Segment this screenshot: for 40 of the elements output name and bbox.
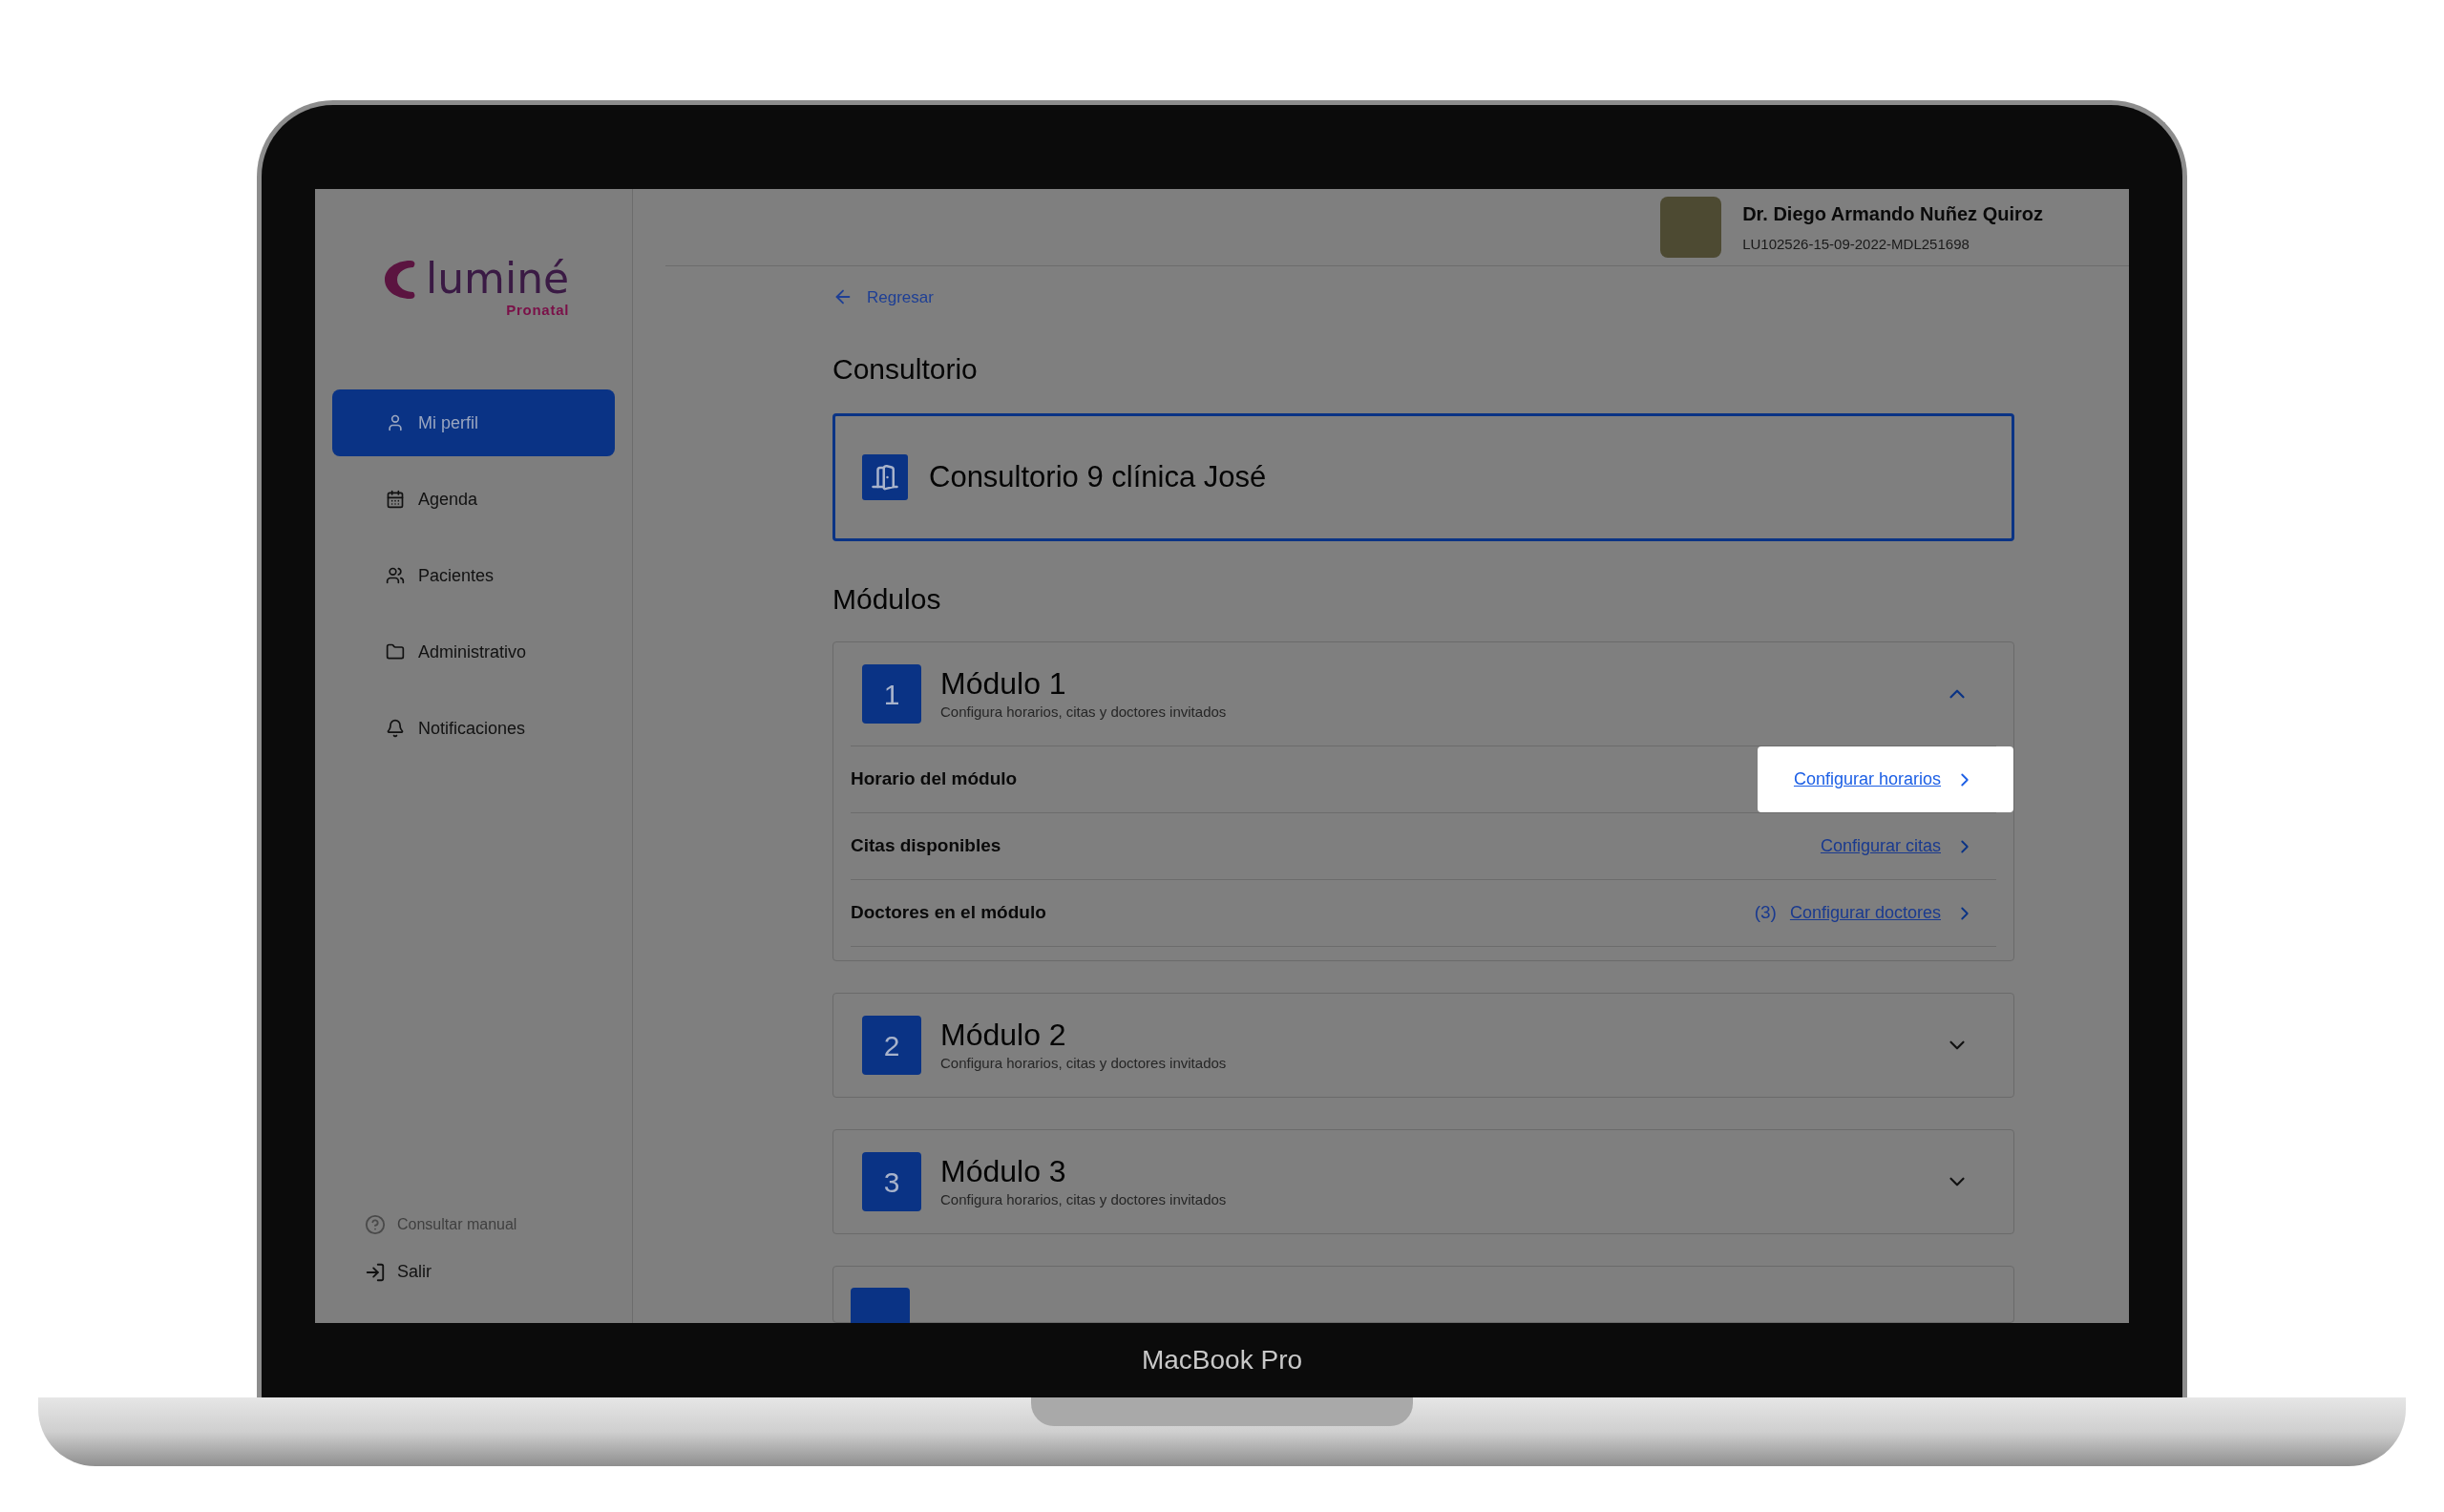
module-title: Módulo 2 [940,1016,1067,1053]
configure-link[interactable]: Configurar horarios [1793,766,1941,792]
configure-link[interactable]: Configurar citas [1820,833,1941,859]
office-name: Consultorio 9 clínica José [929,458,1267,495]
configure-link[interactable]: Configurar doctores [1789,900,1941,926]
module-title: Módulo 3 [940,1152,1067,1189]
door-icon [862,454,908,500]
logo-tagline: Pronatal [506,301,570,320]
row-label: Horario del módulo [851,767,1018,791]
module-title: Módulo 1 [940,664,1067,702]
module-subtitle: Configura horarios, citas y doctores invitados [940,702,1227,722]
exit-icon [365,1261,386,1283]
modules-title: Módulos [832,582,942,617]
module-number: 1 [862,664,921,724]
doctor-count: (3) [1754,901,1777,925]
nav-item[interactable]: Pacientes [332,542,615,609]
module-number: 2 [862,1016,921,1075]
folder-icon [386,642,405,662]
nav-item[interactable]: Notificaciones [332,695,615,762]
help-icon [365,1214,386,1235]
nav-item[interactable]: Mi perfil [332,389,615,456]
device-label: MacBook Pro [1141,1344,1303,1376]
section-title: Consultorio [832,352,979,387]
bell-icon [386,719,405,738]
footer-link[interactable]: Salir [365,1259,632,1285]
calendar-icon [386,490,405,509]
module-subtitle: Configura horarios, citas y doctores invitados [940,1189,1227,1209]
row-label: Doctores en el módulo [851,901,1046,925]
logo-wordmark: luminé [426,258,570,300]
row-label: Citas disponibles [851,834,1001,858]
avatar-placeholder [1660,196,1722,258]
user-id: LU102526-15-09-2022-MDL251698 [1742,234,1970,254]
nav-item[interactable]: Agenda [332,466,615,533]
module-number: 3 [862,1152,921,1211]
module-subtitle: Configura horarios, citas y doctores invitados [940,1053,1227,1073]
user-icon [386,413,405,432]
back-link[interactable]: Regresar [832,284,2014,309]
user-name: Dr. Diego Armando Nuñez Quiroz [1742,201,2043,226]
people-icon [386,566,405,585]
nav-item[interactable]: Administrativo [332,619,615,685]
